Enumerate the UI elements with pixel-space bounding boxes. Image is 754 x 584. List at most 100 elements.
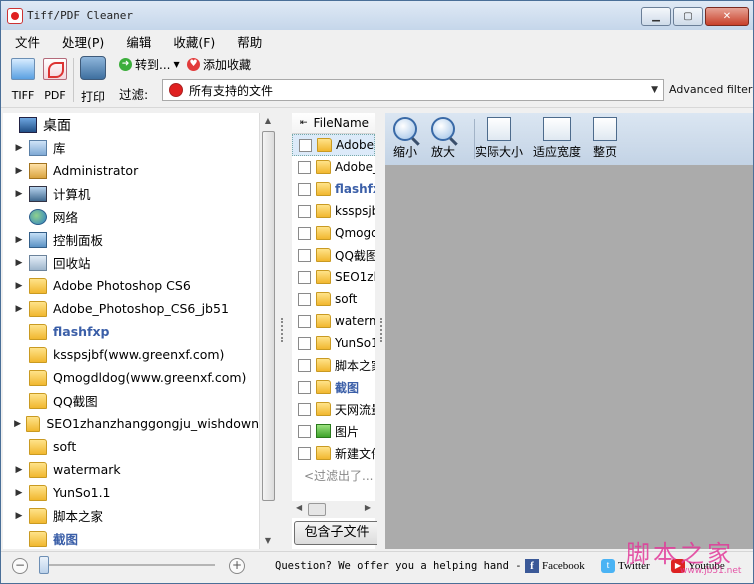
zoom-slider-track[interactable] [39,564,215,566]
file-row[interactable]: soft [292,288,375,310]
menu-help[interactable]: 帮助 [223,30,270,50]
menu-file[interactable]: 文件 [1,30,48,50]
tree-item[interactable]: ksspsjbf(www.greenxf.com) [3,343,259,366]
zoom-in-button[interactable]: 放大 [431,117,455,160]
zoom-slider-thumb[interactable] [39,556,49,574]
expand-arrow-icon[interactable]: ▶ [13,511,25,521]
zoom-plus-icon[interactable]: + [229,558,245,574]
add-favorite-button[interactable]: ♥ 添加收藏 [187,56,251,73]
tree-item[interactable]: ▶ 脚本之家 [3,504,259,527]
folder-icon [316,292,331,306]
scroll-thumb[interactable] [262,131,275,501]
filtered-hint-text: <过滤出了... [304,468,374,483]
tree-item[interactable]: 网络 [3,205,259,228]
tree-item[interactable]: ▶ YunSo1.1 [3,481,259,504]
goto-button[interactable]: ➜ 转到... ▼ [119,56,180,73]
expand-arrow-icon[interactable]: ▶ [13,189,25,199]
file-checkbox[interactable] [298,160,311,174]
facebook-link[interactable]: f Facebook [525,559,585,573]
tree-item[interactable]: ▶ watermark [3,458,259,481]
file-checkbox[interactable] [298,424,311,438]
file-list-hscrollbar[interactable]: ◀ ▶ [292,501,375,518]
expand-arrow-icon[interactable]: ▶ [13,258,25,268]
tree-scrollbar[interactable]: ▲ ▼ [259,113,276,549]
file-checkbox[interactable] [298,182,311,196]
scroll-right-icon[interactable]: ▶ [365,503,371,512]
scroll-left-icon[interactable]: ◀ [296,503,302,512]
tree-item[interactable]: QQ截图 [3,389,259,412]
title-bar[interactable]: Tiff/PDF Cleaner ▁ ▢ ✕ [1,1,753,30]
splitter-right[interactable] [377,113,385,549]
file-checkbox[interactable] [298,226,311,240]
fit-width-button[interactable]: 适应宽度 [533,117,581,160]
expand-arrow-icon[interactable]: ▶ [13,235,25,245]
file-row[interactable]: 图片 [292,420,375,442]
file-checkbox[interactable] [298,204,311,218]
file-checkbox[interactable] [298,336,311,350]
file-row[interactable]: QQ截图 [292,244,375,266]
close-button[interactable]: ✕ [705,7,749,26]
tree-item[interactable]: ▶ 控制面板 [3,228,259,251]
pdf-button[interactable]: PDF [41,58,69,102]
file-row[interactable]: 新建文件 [292,442,375,464]
hscroll-thumb[interactable] [308,503,326,516]
file-checkbox[interactable] [298,270,311,284]
tree-item[interactable]: 截图 [3,527,259,549]
expand-arrow-icon[interactable]: ▶ [13,166,25,176]
file-checkbox[interactable] [298,314,311,328]
minimize-button[interactable]: ▁ [641,7,671,26]
include-subfolders-button[interactable]: 包含子文件 [294,521,380,545]
full-page-button[interactable]: 整页 [593,117,617,160]
file-checkbox[interactable] [298,446,311,460]
file-checkbox[interactable] [298,248,311,262]
file-row[interactable]: ksspsjbf( [292,200,375,222]
expand-arrow-icon[interactable]: ▶ [13,488,25,498]
file-checkbox[interactable] [298,402,311,416]
tree-item[interactable]: Qmogdldog(www.greenxf.com) [3,366,259,389]
tiff-button[interactable]: TIFF [9,58,37,102]
expand-arrow-icon[interactable]: ▶ [13,304,25,314]
filename-column-header[interactable]: ⇤ FileName [292,113,375,134]
tree-item[interactable]: ▶ 计算机 [3,182,259,205]
expand-arrow-icon[interactable]: ▶ [13,281,25,291]
file-row[interactable]: Adobe Ph [292,134,375,156]
file-row[interactable]: SEO1zha [292,266,375,288]
file-row[interactable]: Qmogdld [292,222,375,244]
file-row[interactable]: 天网流量 [292,398,375,420]
file-row[interactable]: YunSo1. [292,332,375,354]
file-checkbox[interactable] [298,292,311,306]
file-row[interactable]: waterma [292,310,375,332]
filter-select[interactable]: 所有支持的文件 ▼ [162,79,664,101]
tree-item[interactable]: ▶ 库 [3,136,259,159]
splitter-left[interactable] [275,113,291,549]
file-row[interactable]: Adobe_P [292,156,375,178]
tree-item[interactable]: soft [3,435,259,458]
file-row[interactable]: 脚本之家 [292,354,375,376]
menu-edit[interactable]: 编辑 [112,30,159,50]
tree-item[interactable]: ▶ SEO1zhanzhanggongju_wishdown [3,412,259,435]
actual-size-button[interactable]: 实际大小 [475,117,523,160]
scroll-down-icon[interactable]: ▼ [260,533,276,549]
menu-process[interactable]: 处理(P) [48,30,112,50]
tree-item[interactable]: ▶ Adobe Photoshop CS6 [3,274,259,297]
zoom-out-button[interactable]: 缩小 [393,117,417,160]
print-button[interactable]: 打印 [79,56,107,105]
tree-item[interactable]: ▶ Administrator [3,159,259,182]
tree-item[interactable]: 桌面 [3,113,259,136]
file-row[interactable]: flashfxp [292,178,375,200]
tree-item[interactable]: ▶ Adobe_Photoshop_CS6_jb51 [3,297,259,320]
menu-favorites[interactable]: 收藏(F) [159,30,223,50]
zoom-minus-icon[interactable]: − [12,558,28,574]
expand-arrow-icon[interactable]: ▶ [13,465,25,475]
tree-item[interactable]: flashfxp [3,320,259,343]
file-checkbox[interactable] [298,358,311,372]
file-checkbox[interactable] [299,138,312,152]
maximize-button[interactable]: ▢ [673,7,703,26]
tree-item[interactable]: ▶ 回收站 [3,251,259,274]
file-row[interactable]: 截图 [292,376,375,398]
expand-arrow-icon[interactable]: ▶ [13,143,25,153]
file-checkbox[interactable] [298,380,311,394]
expand-arrow-icon[interactable]: ▶ [13,419,22,429]
advanced-filter-link[interactable]: Advanced filter [669,83,752,96]
scroll-up-icon[interactable]: ▲ [260,113,276,129]
